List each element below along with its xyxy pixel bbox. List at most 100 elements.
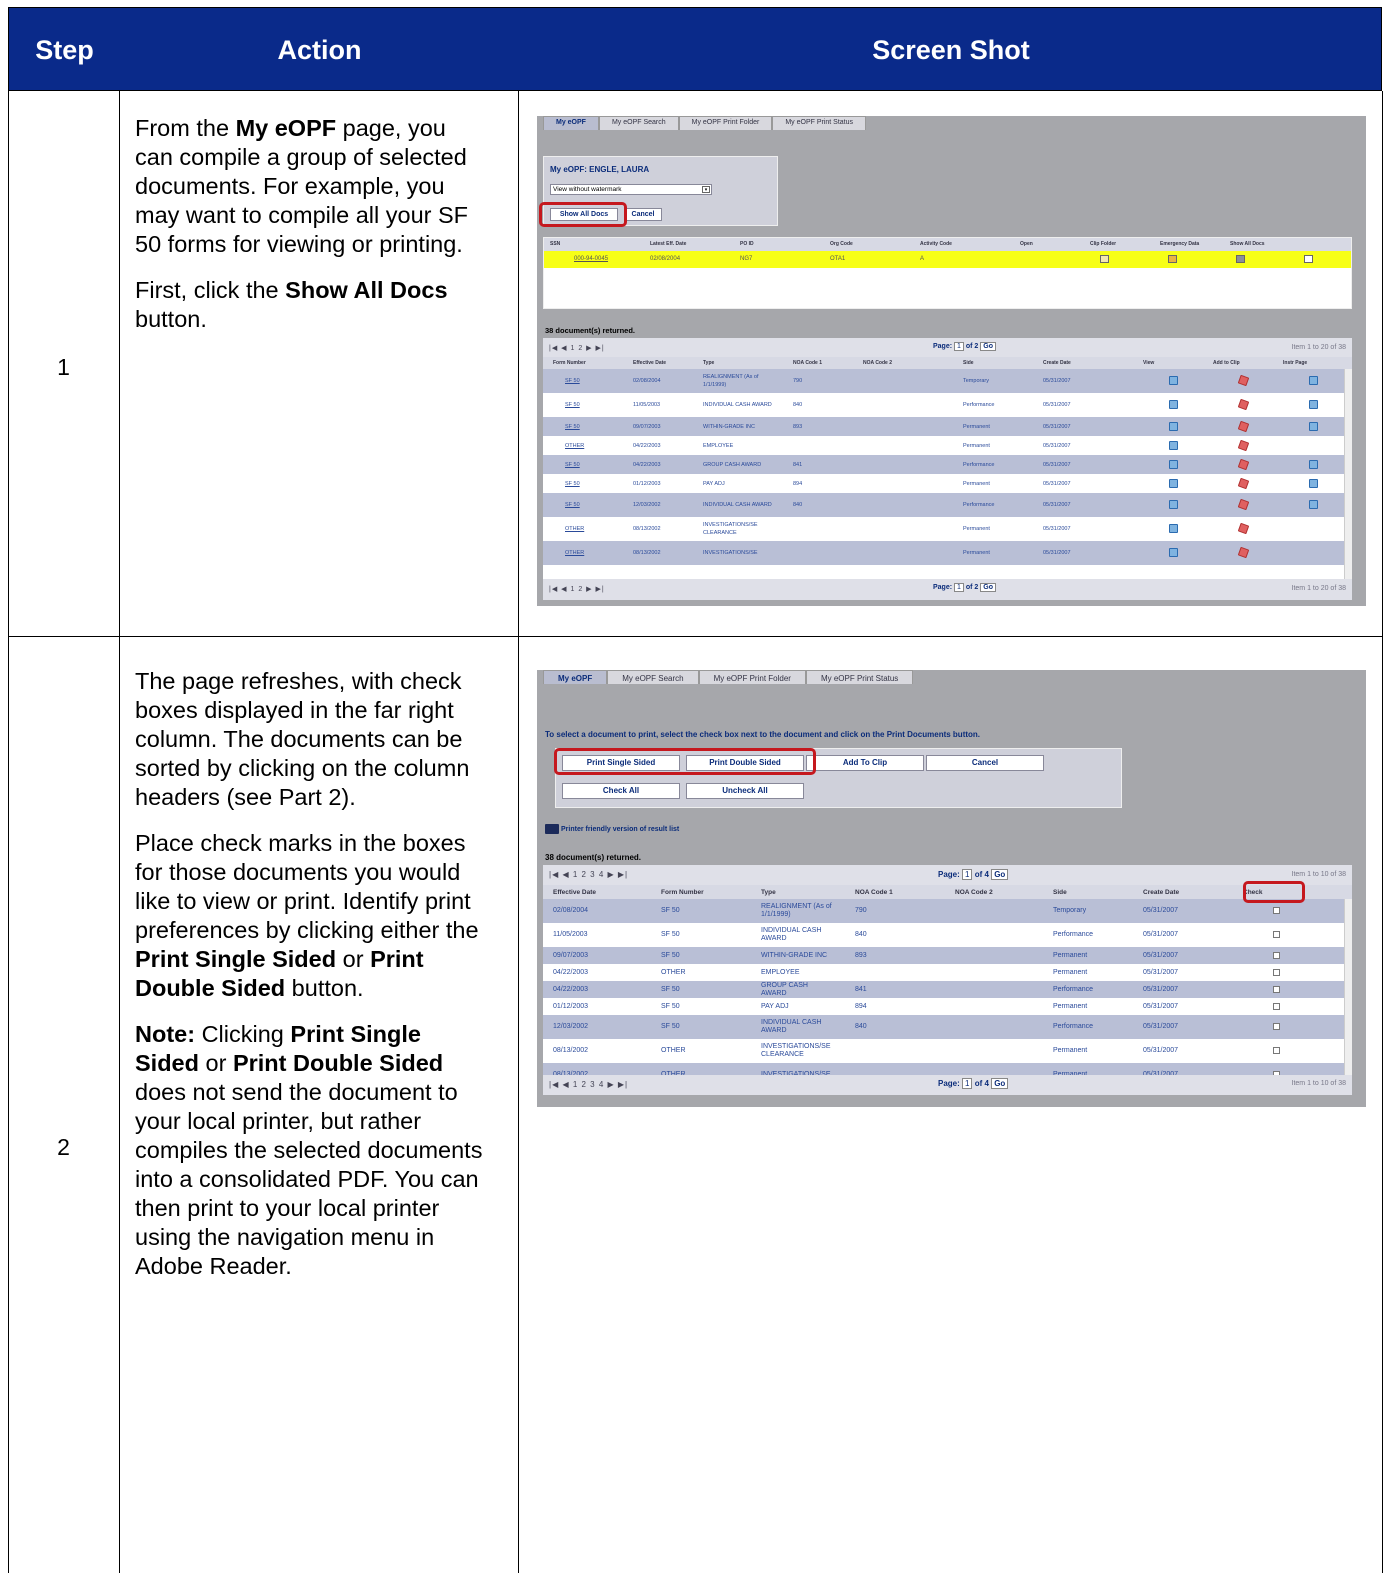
form-number-link[interactable]: SF 50 <box>553 393 633 417</box>
add-to-clip-icon[interactable] <box>1237 439 1250 451</box>
page-input-top[interactable]: 1 <box>962 869 973 880</box>
go-button-bottom[interactable]: Go <box>991 1078 1009 1089</box>
printer-friendly-link[interactable]: Printer friendly version of result list <box>561 826 679 833</box>
grid-scrollbar[interactable] <box>1344 899 1352 1075</box>
page-input-top[interactable]: 1 <box>954 342 964 351</box>
column-header[interactable]: Instr Page <box>1283 360 1307 366</box>
employee-column-header[interactable]: SSN <box>550 241 560 247</box>
document-checkbox[interactable] <box>1273 968 1280 976</box>
employee-column-header[interactable]: Activity Code <box>920 241 952 247</box>
uncheck-all-button[interactable]: Uncheck All <box>686 783 804 799</box>
tab-my-eopf-search[interactable]: My eOPF Search <box>607 670 699 684</box>
tab-my-eopf-print-folder[interactable]: My eOPF Print Folder <box>678 116 773 130</box>
employee-column-header[interactable]: Org Code <box>830 241 853 247</box>
column-header[interactable]: Effective Date <box>633 360 666 366</box>
employee-column-header[interactable]: Open <box>1020 241 1033 247</box>
instruction-page-icon[interactable] <box>1309 500 1318 509</box>
document-checkbox[interactable] <box>1273 1023 1280 1030</box>
column-header[interactable]: Side <box>963 360 974 366</box>
form-number-link[interactable]: OTHER <box>553 541 633 565</box>
check-all-button[interactable]: Check All <box>562 783 680 799</box>
form-number-link[interactable]: SF 50 <box>553 369 633 393</box>
tab-my-eopf-search[interactable]: My eOPF Search <box>598 116 679 130</box>
tab-my-eopf-print-status[interactable]: My eOPF Print Status <box>772 116 867 130</box>
add-to-clip-icon[interactable] <box>1237 522 1250 535</box>
column-header[interactable]: Side <box>1053 889 1067 896</box>
tab-my-eopf[interactable]: My eOPF <box>543 670 608 684</box>
add-to-clip-button[interactable]: Add To Clip <box>806 755 924 771</box>
column-header[interactable]: NOA Code 2 <box>863 360 892 366</box>
form-number-link[interactable]: OTHER <box>553 436 633 455</box>
pager-top[interactable]: |◀ ◀ 1 2 3 4 ▶ ▶| <box>549 870 628 879</box>
document-checkbox[interactable] <box>1273 951 1280 959</box>
page-input-bottom[interactable]: 1 <box>962 1078 973 1089</box>
pager-bottom[interactable]: |◀ ◀ 1 2 ▶ ▶| <box>549 585 605 593</box>
add-to-clip-icon[interactable] <box>1237 477 1250 489</box>
add-to-clip-icon[interactable] <box>1237 374 1250 387</box>
document-checkbox[interactable] <box>1273 1047 1280 1054</box>
employee-column-header[interactable]: Clip Folder <box>1090 241 1116 247</box>
view-icon[interactable] <box>1169 500 1178 509</box>
instruction-page-icon[interactable] <box>1309 459 1318 469</box>
column-header[interactable]: NOA Code 1 <box>793 360 822 366</box>
pager-bottom[interactable]: |◀ ◀ 1 2 3 4 ▶ ▶| <box>549 1080 628 1089</box>
instruction-page-icon[interactable] <box>1309 478 1318 488</box>
instruction-page-icon[interactable] <box>1309 376 1318 385</box>
add-to-clip-icon[interactable] <box>1237 498 1250 511</box>
column-header[interactable]: Create Date <box>1043 360 1071 366</box>
column-header[interactable]: Form Number <box>661 889 704 896</box>
page-input-bottom[interactable]: 1 <box>954 583 964 592</box>
column-header[interactable]: Type <box>761 889 776 896</box>
grid-scrollbar[interactable] <box>1344 369 1352 579</box>
document-checkbox[interactable] <box>1273 985 1280 993</box>
add-to-clip-icon[interactable] <box>1237 398 1250 411</box>
document-checkbox[interactable] <box>1273 1071 1280 1075</box>
clip-folder-icon[interactable] <box>1168 255 1177 263</box>
pager-top[interactable]: |◀ ◀ 1 2 ▶ ▶| <box>549 344 605 352</box>
column-header[interactable]: Form Number <box>553 360 586 366</box>
add-to-clip-icon[interactable] <box>1237 420 1250 432</box>
tab-my-eopf[interactable]: My eOPF <box>543 116 599 130</box>
form-number-link[interactable]: SF 50 <box>553 417 633 436</box>
watermark-select[interactable]: View without watermark ▾ <box>550 184 712 195</box>
show-all-docs-icon[interactable] <box>1304 255 1313 263</box>
form-number-link[interactable]: SF 50 <box>553 474 633 493</box>
view-icon[interactable] <box>1169 459 1178 469</box>
employee-column-header[interactable]: Show All Docs <box>1230 241 1265 247</box>
instruction-page-icon[interactable] <box>1309 400 1318 409</box>
column-header[interactable]: View <box>1143 360 1154 366</box>
cancel-button[interactable]: Cancel <box>624 208 662 221</box>
tab-my-eopf-print-status[interactable]: My eOPF Print Status <box>805 670 914 684</box>
form-number-link[interactable]: SF 50 <box>553 455 633 474</box>
form-number-link[interactable]: OTHER <box>553 517 633 541</box>
employee-column-header[interactable]: Latest Eff. Date <box>650 241 686 247</box>
employee-column-header[interactable]: Emergency Data <box>1160 241 1199 247</box>
ssn-link[interactable]: 000-94-0045 <box>574 256 608 262</box>
add-to-clip-icon[interactable] <box>1237 546 1250 559</box>
column-header[interactable]: Type <box>703 360 714 366</box>
add-to-clip-icon[interactable] <box>1237 458 1250 470</box>
document-checkbox[interactable] <box>1273 931 1280 938</box>
form-number-link[interactable]: SF 50 <box>553 493 633 517</box>
tab-my-eopf-print-folder[interactable]: My eOPF Print Folder <box>698 670 806 684</box>
view-icon[interactable] <box>1169 400 1178 409</box>
column-header[interactable]: NOA Code 2 <box>955 889 993 896</box>
view-icon[interactable] <box>1169 524 1178 533</box>
instruction-page-icon[interactable] <box>1309 421 1318 431</box>
employee-column-header[interactable]: PO ID <box>740 241 754 247</box>
document-checkbox[interactable] <box>1273 1002 1280 1010</box>
view-icon[interactable] <box>1169 440 1178 450</box>
cancel-button[interactable]: Cancel <box>926 755 1044 771</box>
folder-open-icon[interactable] <box>1100 255 1109 263</box>
go-button-top[interactable]: Go <box>980 342 997 351</box>
emergency-data-icon[interactable] <box>1236 255 1245 263</box>
view-icon[interactable] <box>1169 376 1178 385</box>
column-header[interactable]: Effective Date <box>553 889 596 896</box>
column-header[interactable]: Add to Clip <box>1213 360 1240 366</box>
view-icon[interactable] <box>1169 548 1178 557</box>
go-button-bottom[interactable]: Go <box>980 583 997 592</box>
document-checkbox[interactable] <box>1273 907 1280 914</box>
go-button-top[interactable]: Go <box>991 869 1009 880</box>
column-header[interactable]: NOA Code 1 <box>855 889 893 896</box>
column-header[interactable]: Create Date <box>1143 889 1179 896</box>
